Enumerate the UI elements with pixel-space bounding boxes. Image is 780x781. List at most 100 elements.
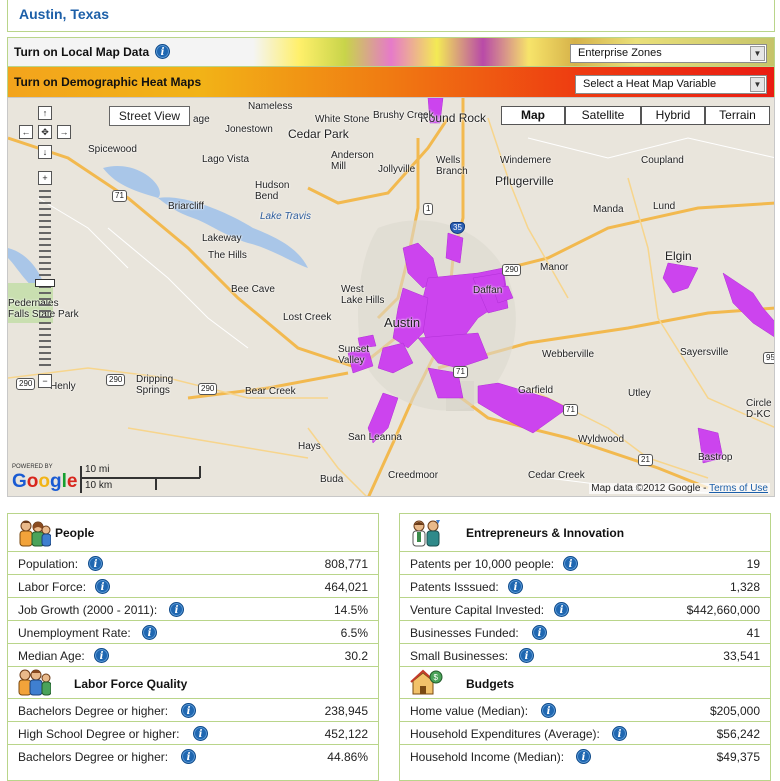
labor-title: Labor Force Quality (74, 677, 188, 691)
zoom-slider-thumb[interactable] (35, 279, 55, 287)
heat-map-variable-select[interactable]: Select a Heat Map Variable ▼ (575, 75, 767, 94)
map-canvas[interactable]: Nameless Round Rock White Stone Brushy C… (7, 97, 775, 497)
stat-value: 30.2 (344, 649, 368, 663)
highway-shield: 71 (112, 190, 127, 202)
info-icon[interactable]: i (612, 726, 627, 741)
page-title: Austin, Texas (19, 6, 109, 22)
place-label: Garfield (518, 385, 554, 396)
street-view-button[interactable]: Street View (109, 106, 190, 126)
budgets-title: Budgets (466, 677, 514, 691)
place-label: Bee Cave (231, 284, 275, 295)
zoom-out-icon[interactable]: − (38, 374, 52, 388)
title-bar: Austin, Texas (7, 0, 775, 32)
highway-shield: 290 (502, 264, 522, 276)
info-icon[interactable]: i (508, 579, 523, 594)
stat-value: 41 (746, 626, 760, 640)
place-label: age (193, 114, 210, 125)
info-icon[interactable]: i (95, 579, 110, 594)
stats-panel-right: Entrepreneurs & Innovation Patents per 1… (399, 513, 771, 781)
local-map-data-label: Turn on Local Map Data (14, 45, 150, 59)
local-map-data-select[interactable]: Enterprise Zones ▼ (570, 44, 767, 63)
scale-km: 10 km (85, 480, 113, 491)
info-icon[interactable]: i (169, 602, 184, 617)
zoom-in-icon[interactable]: + (38, 171, 52, 185)
budgets-icon: $ (410, 669, 443, 695)
stat-label: Labor Force: (18, 580, 87, 594)
entrepreneurs-header: Entrepreneurs & Innovation (400, 514, 770, 552)
stat-row: Businesses Funded: i 41 (400, 621, 770, 644)
stat-row: Unemployment Rate: i 6.5% (8, 621, 378, 644)
stat-label: Bachelors Degree or higher: (18, 750, 169, 764)
stat-label: Venture Capital Invested: (410, 603, 545, 617)
info-icon[interactable]: i (576, 749, 591, 764)
map-type-terrain-button[interactable]: Terrain (705, 106, 770, 125)
powered-by-label: POWERED BY (12, 464, 53, 470)
stat-value: 6.5% (340, 626, 368, 640)
info-icon[interactable]: i (519, 648, 534, 663)
place-label: White Stone (315, 114, 370, 125)
svg-text:$: $ (434, 673, 439, 682)
info-icon[interactable]: i (554, 602, 569, 617)
stat-value: 1,328 (729, 580, 760, 594)
place-label: Sayersville (680, 347, 729, 358)
place-label: Webberville (542, 349, 595, 360)
place-label: Jonestown (225, 124, 273, 135)
stat-row: Labor Force: i 464,021 (8, 575, 378, 598)
info-icon[interactable]: i (181, 749, 196, 764)
info-icon[interactable]: i (193, 726, 208, 741)
info-icon[interactable]: i (94, 648, 109, 663)
scale-miles: 10 mi (85, 464, 110, 475)
map-type-hybrid-button[interactable]: Hybrid (641, 106, 705, 125)
info-icon[interactable]: i (155, 44, 170, 59)
pan-left-icon[interactable]: ← (19, 125, 33, 139)
place-label: Anderson Mill (331, 150, 374, 172)
place-label: Spicewood (88, 144, 137, 155)
stat-row: Patents per 10,000 people: i 19 (400, 552, 770, 575)
highway-shield: 290 (106, 374, 126, 386)
stat-row: Home value (Median): i $205,000 (400, 699, 770, 722)
terms-of-use-link[interactable]: Terms of Use (709, 483, 768, 494)
pan-down-icon[interactable]: ↓ (38, 145, 52, 159)
place-label: Bastrop (698, 452, 733, 463)
place-label: Daffan (473, 285, 503, 296)
stat-label: Population: (18, 557, 79, 571)
stat-value: 238,945 (324, 704, 368, 718)
entrepreneurs-icon (412, 520, 440, 547)
info-icon[interactable]: i (532, 625, 547, 640)
pan-center-icon[interactable]: ✥ (38, 125, 52, 139)
stat-row: Household Income (Median): i $49,375 (400, 745, 770, 768)
info-icon[interactable]: i (88, 556, 103, 571)
stat-label: Home value (Median): (410, 704, 529, 718)
info-icon[interactable]: i (563, 556, 578, 571)
place-label: Nameless (248, 101, 293, 112)
place-label: Bear Creek (245, 386, 296, 397)
pan-right-icon[interactable]: → (57, 125, 71, 139)
pan-up-icon[interactable]: ↑ (38, 106, 52, 120)
info-icon[interactable]: i (142, 625, 157, 640)
chevron-down-icon: ▼ (750, 46, 765, 61)
info-icon[interactable]: i (541, 703, 556, 718)
stat-value: 808,771 (324, 557, 368, 571)
highway-shield: 71 (453, 366, 468, 378)
stats-panel-left: People Population: i 808,771 Labor Force… (7, 513, 379, 781)
google-logo[interactable]: Google (12, 471, 77, 493)
place-label: Buda (320, 474, 344, 485)
stat-label: Median Age: (18, 649, 85, 663)
map-type-satellite-button[interactable]: Satellite (565, 106, 641, 125)
stat-row: Household Expenditures (Average): i $56,… (400, 722, 770, 745)
stat-value: 33,541 (723, 649, 760, 663)
place-label: Wells Branch (436, 155, 468, 177)
stat-label: Job Growth (2000 - 2011): (18, 603, 158, 617)
place-label: West Lake Hills (341, 284, 385, 306)
stat-label: Household Expenditures (Average): (410, 727, 600, 741)
place-label: Hudson Bend (255, 180, 290, 202)
entrepreneurs-title: Entrepreneurs & Innovation (466, 526, 625, 540)
info-icon[interactable]: i (181, 703, 196, 718)
place-label: Briarcliff (168, 201, 204, 212)
stat-value: 14.5% (333, 603, 368, 617)
map-type-map-button[interactable]: Map (501, 106, 565, 125)
place-label: Hays (298, 441, 321, 452)
highway-shield: 21 (638, 454, 653, 466)
stat-label: Small Businesses: (410, 649, 509, 663)
place-label: Circle D-KC (746, 398, 772, 420)
